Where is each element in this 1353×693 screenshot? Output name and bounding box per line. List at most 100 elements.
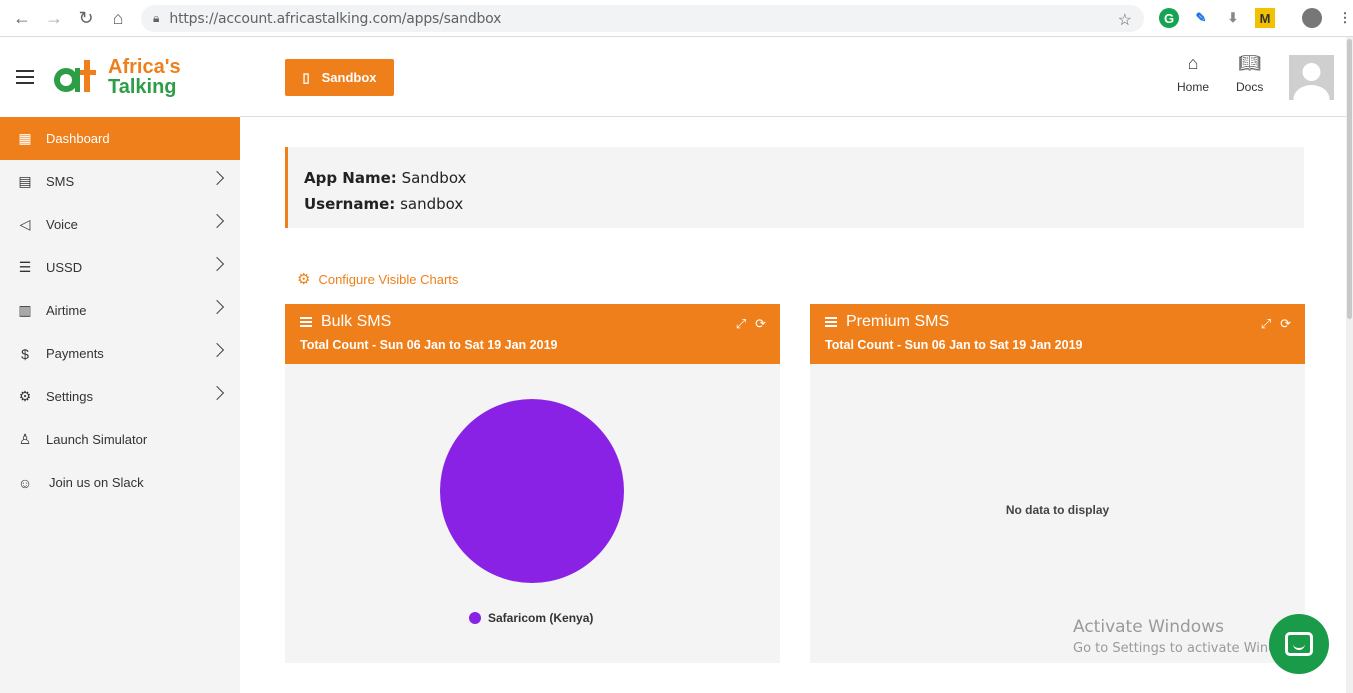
- user-avatar[interactable]: [1289, 55, 1334, 100]
- sidebar-item-dashboard[interactable]: ▦ Dashboard: [0, 117, 240, 160]
- sidebar-item-payments[interactable]: $ Payments: [0, 332, 240, 375]
- message-icon: ▤: [18, 173, 32, 189]
- profile-avatar-icon[interactable]: [1302, 8, 1322, 28]
- logo-text-africas: Africa's: [108, 56, 181, 78]
- configure-charts-link[interactable]: ⚙ Configure Visible Charts: [297, 270, 458, 288]
- username-value: sandbox: [395, 195, 464, 213]
- dashboard-icon: ▦: [18, 130, 32, 146]
- home-link-label: Home: [1177, 80, 1210, 94]
- user-silhouette-icon: [1289, 55, 1334, 100]
- gear-icon: ⚙: [18, 388, 32, 404]
- refresh-icon[interactable]: ⟳: [1280, 316, 1291, 332]
- sidebar-item-label: USSD: [46, 260, 83, 275]
- sidebar-item-label: Payments: [46, 346, 104, 361]
- chevron-right-icon: [209, 256, 225, 272]
- logo-text-talking: Talking: [108, 76, 177, 98]
- dollar-icon: $: [21, 345, 29, 362]
- megaphone-icon: ◁: [19, 216, 31, 232]
- premium-sms-subtitle: Total Count - Sun 06 Jan to Sat 19 Jan 2…: [825, 338, 1083, 352]
- sidebar-item-label: Join us on Slack: [49, 475, 144, 490]
- lock-icon: 🔒︎: [153, 11, 160, 25]
- sidebar-item-ussd[interactable]: ☰ USSD: [0, 246, 240, 289]
- app-info-box: App Name: Sandbox Username: sandbox: [285, 147, 1304, 228]
- top-header: ▯ Sandbox ⌂ Home 📖︎ Docs: [240, 37, 1353, 117]
- africastalking-logo[interactable]: Africa's Talking: [50, 54, 181, 100]
- sidebar-item-label: Launch Simulator: [46, 432, 148, 447]
- address-bar[interactable]: 🔒︎ https://account.africastalking.com/ap…: [141, 5, 1144, 32]
- chevron-right-icon: [209, 299, 225, 315]
- chart-legend[interactable]: Safaricom (Kenya): [469, 611, 593, 625]
- m-extension-icon[interactable]: M: [1255, 8, 1275, 28]
- chevron-right-icon: [209, 170, 225, 186]
- bulk-sms-title: Bulk SMS: [321, 313, 392, 330]
- docs-link-label: Docs: [1236, 80, 1264, 94]
- logo-row: Africa's Talking: [0, 37, 240, 117]
- sidebar-item-settings[interactable]: ⚙ Settings: [0, 375, 240, 418]
- scrollbar-thumb[interactable]: [1347, 39, 1352, 319]
- rocket-icon: ♙: [18, 431, 32, 447]
- sidebar-item-slack[interactable]: ☺ Join us on Slack: [0, 461, 240, 504]
- bookmark-star-icon[interactable]: ☆: [1118, 10, 1132, 30]
- back-icon[interactable]: ←: [6, 2, 38, 34]
- chevron-right-icon: [209, 213, 225, 229]
- sidebar: Africa's Talking ▦ Dashboard ▤ SMS ◁ Voi…: [0, 37, 240, 693]
- sidebar-item-label: SMS: [46, 174, 75, 189]
- sidebar-item-label: Voice: [46, 217, 78, 232]
- pie-slice-safaricom[interactable]: [440, 399, 624, 583]
- sidebar-item-voice[interactable]: ◁ Voice: [0, 203, 240, 246]
- phone-icon: ▯: [302, 69, 310, 85]
- sidebar-item-label: Airtime: [46, 303, 87, 318]
- card-menu-icon[interactable]: [825, 315, 837, 329]
- sidebar-item-airtime[interactable]: ▥ Airtime: [0, 289, 240, 332]
- chat-widget-button[interactable]: [1269, 614, 1329, 674]
- grammarly-icon[interactable]: G: [1159, 8, 1179, 28]
- page-scrollbar[interactable]: [1346, 37, 1353, 693]
- sandbox-button[interactable]: ▯ Sandbox: [285, 59, 394, 96]
- app-name-value: Sandbox: [396, 169, 467, 187]
- refresh-icon[interactable]: ⟳: [755, 316, 766, 332]
- pen-extension-icon[interactable]: ✎: [1191, 8, 1211, 28]
- url-text: https://account.africastalking.com/apps/…: [169, 10, 502, 27]
- home-icon: ⌂: [1187, 53, 1199, 73]
- bulk-sms-subtitle: Total Count - Sun 06 Jan to Sat 19 Jan 2…: [300, 338, 558, 352]
- premium-sms-card: Premium SMS Total Count - Sun 06 Jan to …: [810, 304, 1305, 663]
- configure-charts-label: Configure Visible Charts: [318, 271, 459, 287]
- docs-link[interactable]: 📖︎ Docs: [1236, 53, 1263, 94]
- receipt-icon: ▥: [18, 302, 32, 318]
- list-icon: ☰: [18, 259, 32, 275]
- chevron-right-icon: [209, 342, 225, 358]
- sidebar-item-label: Settings: [46, 389, 93, 404]
- home-browser-icon[interactable]: ⌂: [102, 2, 134, 34]
- no-data-message: No data to display: [1005, 503, 1110, 517]
- browser-menu-icon[interactable]: ⋮: [1335, 8, 1353, 28]
- premium-sms-header: Premium SMS Total Count - Sun 06 Jan to …: [810, 304, 1305, 364]
- sandbox-button-label: Sandbox: [321, 70, 377, 85]
- book-icon: 📖︎: [1238, 53, 1262, 73]
- reload-icon[interactable]: ↻: [70, 2, 102, 34]
- chevron-right-icon: [209, 385, 225, 401]
- forward-icon[interactable]: →: [38, 2, 70, 34]
- home-link[interactable]: ⌂ Home: [1177, 53, 1209, 94]
- legend-label: Safaricom (Kenya): [488, 611, 594, 625]
- gear-icon: ⚙: [297, 271, 311, 288]
- username-row: Username: sandbox: [304, 191, 1288, 217]
- legend-dot: [469, 612, 481, 624]
- sidebar-item-launch-simulator[interactable]: ♙ Launch Simulator: [0, 418, 240, 461]
- bulk-sms-header: Bulk SMS Total Count - Sun 06 Jan to Sat…: [285, 304, 780, 364]
- expand-icon[interactable]: ⤢: [736, 316, 746, 332]
- download-extension-icon[interactable]: ⬇: [1223, 8, 1243, 28]
- main-content: App Name: Sandbox Username: sandbox ⚙ Co…: [240, 117, 1353, 693]
- browser-toolbar: ← → ↻ ⌂ 🔒︎ https://account.africastalkin…: [0, 0, 1353, 37]
- username-label: Username:: [304, 195, 396, 213]
- chat-icon: ☺: [17, 474, 33, 491]
- premium-sms-title: Premium SMS: [846, 313, 950, 330]
- app-name-label: App Name:: [304, 169, 397, 187]
- sidebar-item-label: Dashboard: [46, 131, 110, 146]
- expand-icon[interactable]: ⤢: [1261, 316, 1271, 332]
- hamburger-menu-icon[interactable]: [16, 66, 34, 88]
- logo-mark-icon: [54, 60, 96, 92]
- chat-bubble-icon: [1285, 632, 1313, 656]
- card-menu-icon[interactable]: [300, 315, 312, 329]
- app-name-row: App Name: Sandbox: [304, 165, 1288, 191]
- sidebar-item-sms[interactable]: ▤ SMS: [0, 160, 240, 203]
